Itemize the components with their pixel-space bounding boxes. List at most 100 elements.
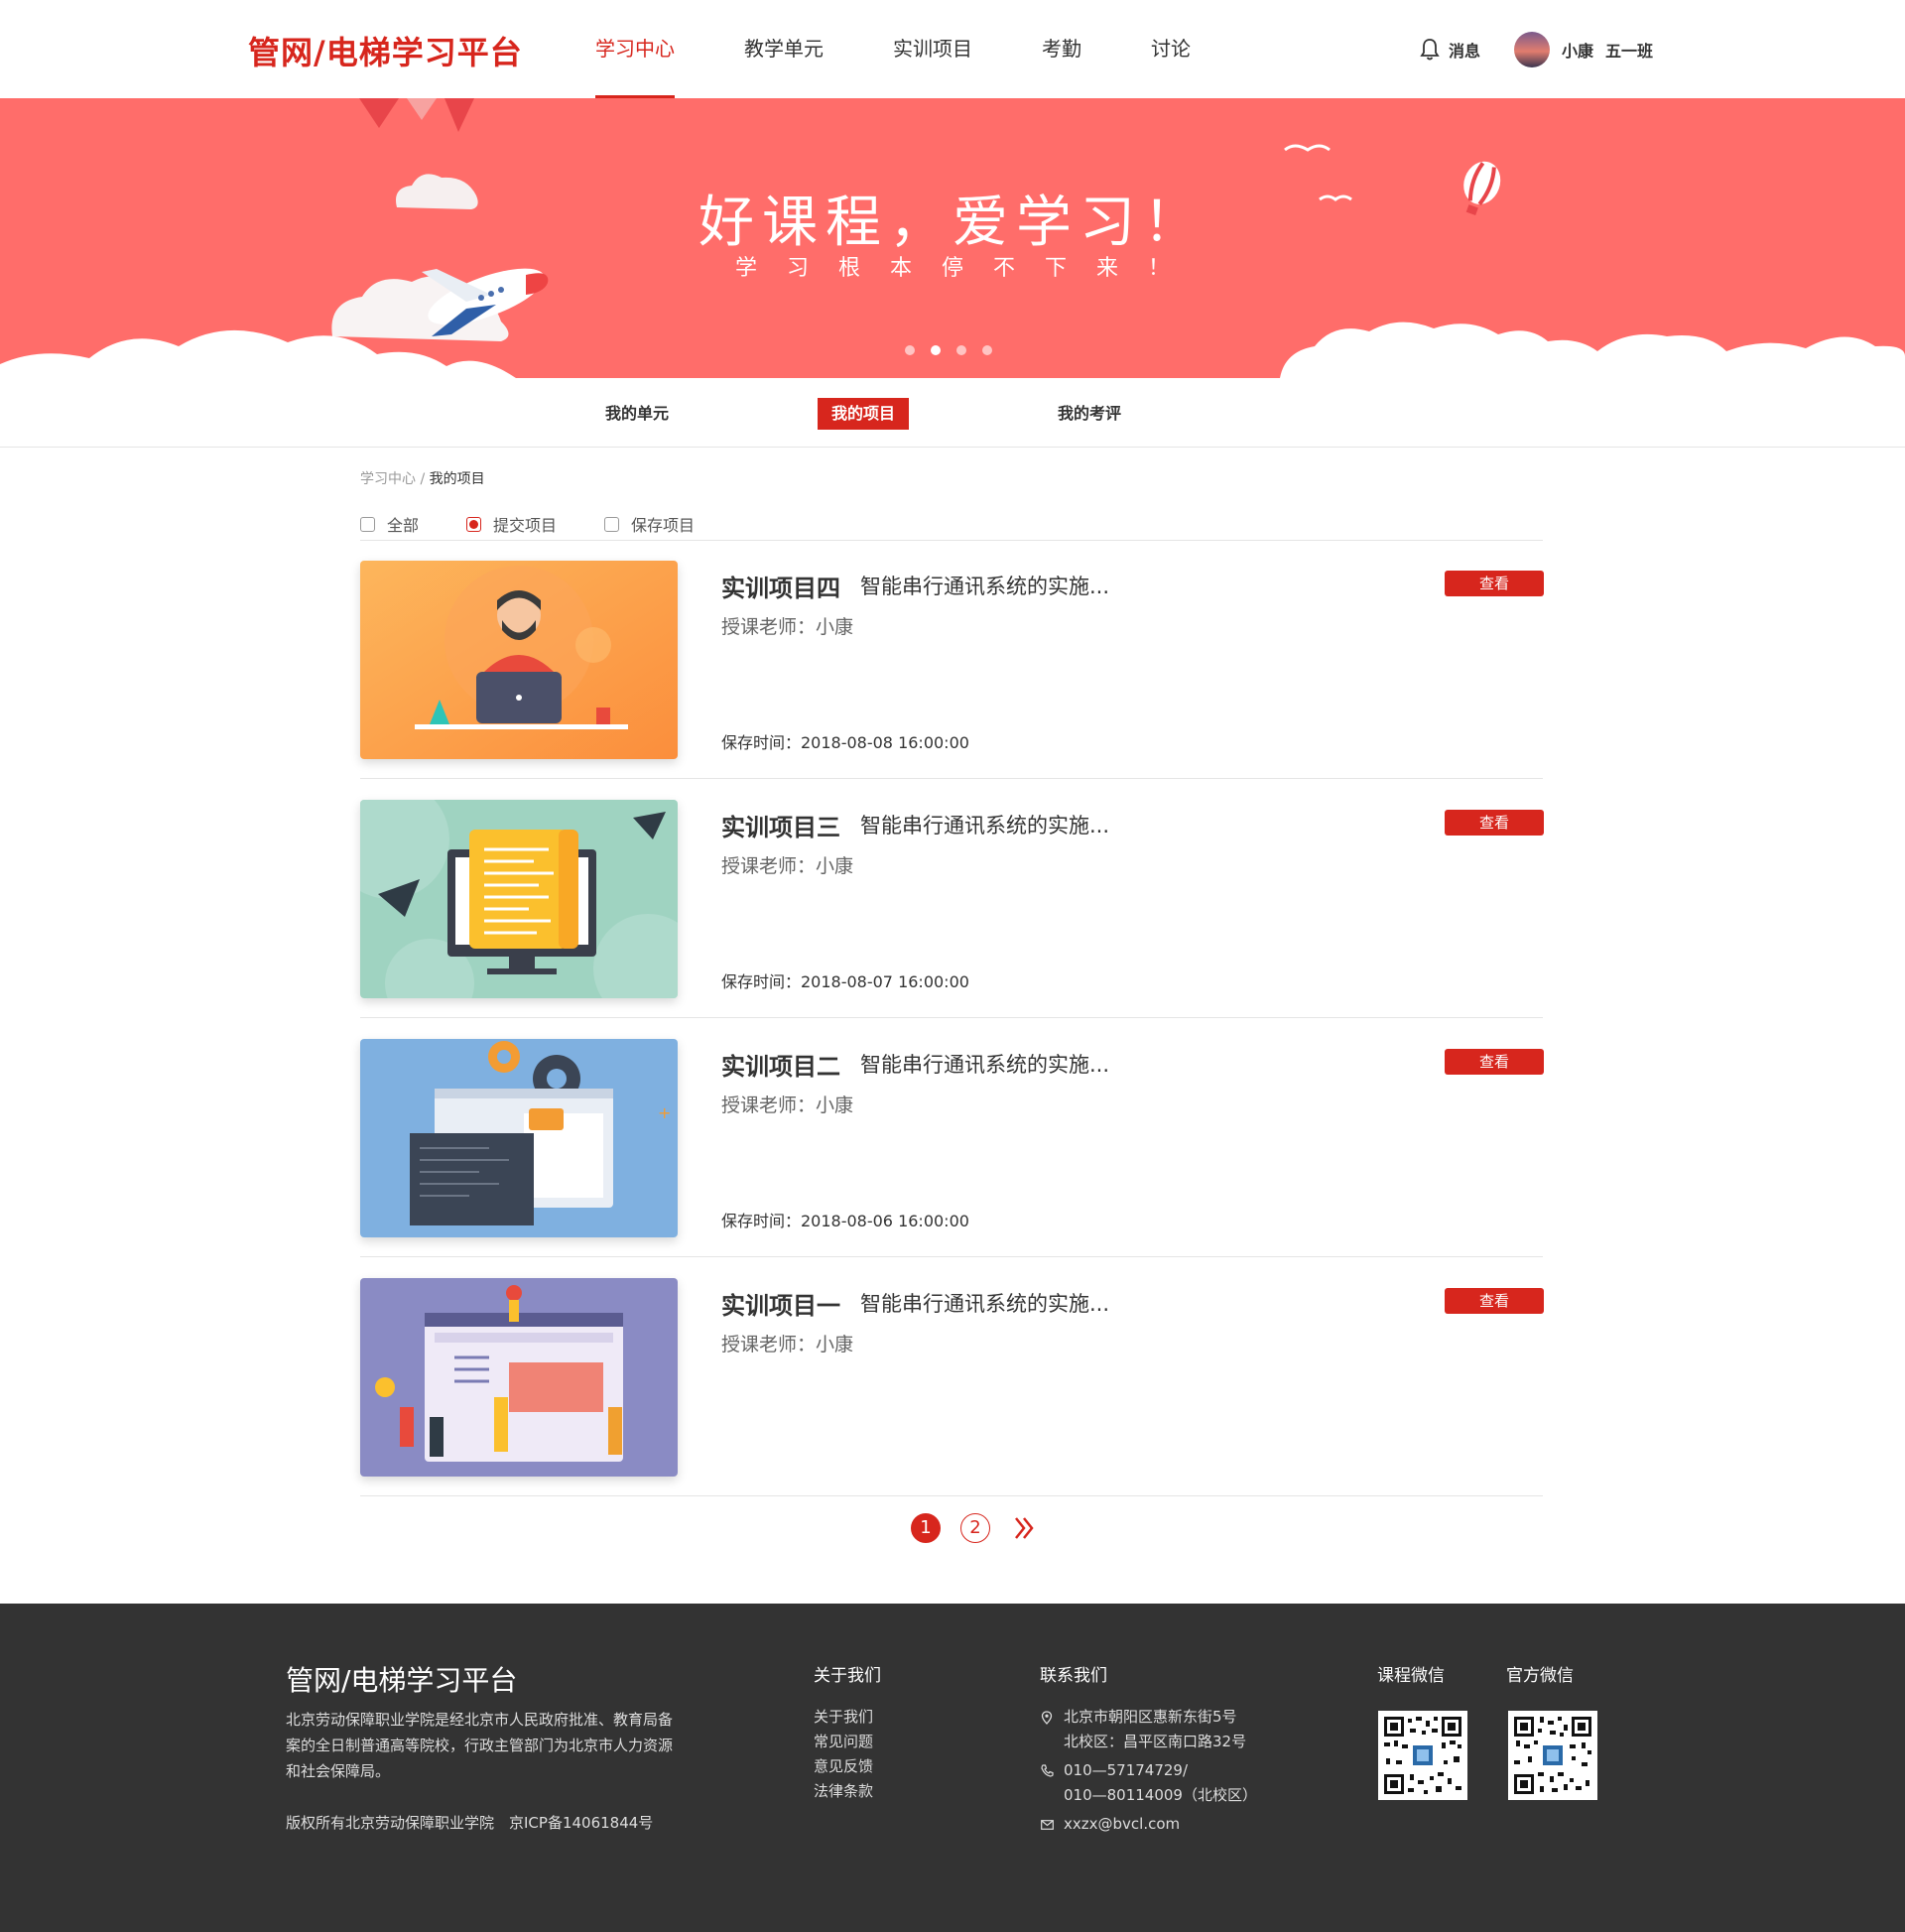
site-logo[interactable]: 管网/电梯学习平台 bbox=[248, 28, 523, 73]
page-2[interactable]: 2 bbox=[960, 1513, 990, 1543]
project-description: 智能串行通讯系统的实施... bbox=[860, 1292, 1110, 1316]
view-button[interactable]: 查看 bbox=[1445, 810, 1544, 836]
browser-settings-illustration: + bbox=[360, 1039, 678, 1237]
phone-line-1: 010—57174729/ bbox=[1064, 1761, 1189, 1779]
page-1[interactable]: 1 bbox=[911, 1513, 941, 1543]
nav-teaching-units[interactable]: 教学单元 bbox=[744, 0, 824, 98]
phone-line-2: 010—80114009（北校区） bbox=[1064, 1786, 1257, 1804]
avatar[interactable] bbox=[1514, 32, 1551, 67]
footer-phone: 010—57174729/ 010—80114009（北校区） bbox=[1040, 1758, 1257, 1808]
project-item: 实训项目一 智能串行通讯系统的实施... 授课老师：小康 查看 bbox=[360, 1258, 1544, 1496]
tab-my-projects[interactable]: 我的项目 bbox=[818, 398, 910, 430]
filter-submitted[interactable]: 提交项目 bbox=[466, 512, 557, 536]
carousel-dot[interactable] bbox=[982, 345, 992, 355]
double-chevron-right-icon[interactable] bbox=[1010, 1513, 1038, 1543]
carousel-dot[interactable] bbox=[905, 345, 915, 355]
project-save-time: 保存时间：2018-08-06 16:00:00 bbox=[721, 1212, 969, 1230]
view-button[interactable]: 查看 bbox=[1445, 1049, 1544, 1075]
bunting-flag bbox=[407, 98, 437, 120]
view-button[interactable]: 查看 bbox=[1445, 571, 1544, 596]
tab-my-units[interactable]: 我的单元 bbox=[591, 398, 683, 430]
project-title[interactable]: 实训项目一 bbox=[721, 1286, 840, 1321]
bunting-flag bbox=[444, 98, 474, 132]
checkbox-checked[interactable] bbox=[466, 516, 482, 532]
footer-about-title: 关于我们 bbox=[814, 1666, 881, 1686]
qr-code-icon bbox=[1512, 1715, 1593, 1796]
breadcrumb-current: 我的项目 bbox=[429, 471, 485, 487]
checkbox[interactable] bbox=[360, 516, 375, 532]
project-save-time: 保存时间：2018-08-08 16:00:00 bbox=[721, 733, 969, 752]
project-thumbnail[interactable] bbox=[360, 1278, 678, 1477]
footer-link-legal[interactable]: 法律条款 bbox=[814, 1779, 873, 1804]
site-footer: 管网/电梯学习平台 北京劳动保障职业学院是经北京市人民政府批准、教育局备案的全日… bbox=[0, 1604, 1905, 1932]
carousel-dots bbox=[905, 345, 1008, 355]
main-nav: 学习中心 教学单元 实训项目 考勤 讨论 bbox=[595, 0, 1260, 98]
project-item: + 实训项目二 智能串行通讯系统的实施... 授课老师：小康 保存时间：2018… bbox=[360, 1019, 1544, 1257]
footer-link-faq[interactable]: 常见问题 bbox=[814, 1730, 873, 1754]
footer-contact-title: 联系我们 bbox=[1040, 1666, 1107, 1686]
project-teacher: 授课老师：小康 bbox=[721, 855, 854, 877]
messages-link[interactable]: 消息 bbox=[1449, 38, 1480, 62]
document-monitor-illustration bbox=[360, 800, 678, 998]
breadcrumb-parent[interactable]: 学习中心 bbox=[360, 471, 416, 487]
nav-attendance[interactable]: 考勤 bbox=[1042, 0, 1081, 98]
top-header: 管网/电梯学习平台 学习中心 教学单元 实训项目 考勤 讨论 消息 小康 五一班 bbox=[0, 0, 1905, 98]
nav-discussion[interactable]: 讨论 bbox=[1151, 0, 1191, 98]
project-description: 智能串行通讯系统的实施... bbox=[860, 1053, 1110, 1077]
project-title[interactable]: 实训项目四 bbox=[721, 569, 840, 603]
pagination: 1 2 bbox=[911, 1512, 1038, 1544]
footer-about-links: 关于我们 常见问题 意见反馈 法律条款 bbox=[814, 1705, 873, 1804]
bell-icon[interactable] bbox=[1419, 38, 1441, 62]
user-class: 五一班 bbox=[1605, 42, 1654, 61]
filter-all[interactable]: 全部 bbox=[360, 512, 419, 536]
tab-my-evaluations[interactable]: 我的考评 bbox=[1044, 398, 1135, 430]
filter-label: 全部 bbox=[387, 516, 420, 535]
project-filters: 全部 提交项目 保存项目 bbox=[360, 512, 695, 536]
filter-label: 保存项目 bbox=[631, 516, 696, 535]
footer-contact: 北京市朝阳区惠新东街5号 北校区：昌平区南口路32号 010—57174729/… bbox=[1040, 1705, 1257, 1837]
project-description: 智能串行通讯系统的实施... bbox=[860, 575, 1110, 598]
carousel-dot[interactable] bbox=[956, 345, 966, 355]
footer-brand: 管网/电梯学习平台 bbox=[286, 1664, 518, 1697]
footer-link-about[interactable]: 关于我们 bbox=[814, 1705, 873, 1730]
phone-icon bbox=[1040, 1758, 1054, 1783]
project-thumbnail[interactable]: + bbox=[360, 1039, 678, 1237]
bird-icon bbox=[1284, 144, 1331, 152]
developer-illustration bbox=[360, 561, 678, 759]
footer-link-feedback[interactable]: 意见反馈 bbox=[814, 1754, 873, 1779]
project-item: 实训项目四 智能串行通讯系统的实施... 授课老师：小康 保存时间：2018-0… bbox=[360, 541, 1544, 779]
user-area: 消息 小康 五一班 bbox=[1419, 30, 1653, 69]
nav-training-projects[interactable]: 实训项目 bbox=[893, 0, 972, 98]
checkbox[interactable] bbox=[604, 516, 620, 532]
qr-code-official bbox=[1508, 1711, 1597, 1800]
nav-learning-center[interactable]: 学习中心 bbox=[595, 0, 675, 98]
email-address[interactable]: xxzx@bvcl.com bbox=[1064, 1812, 1180, 1837]
project-title[interactable]: 实训项目三 bbox=[721, 808, 840, 842]
project-thumbnail[interactable] bbox=[360, 561, 678, 759]
footer-copyright: 版权所有北京劳动保障职业学院 京ICP备14061844号 bbox=[286, 1814, 654, 1832]
breadcrumb: 学习中心 / 我的项目 bbox=[360, 468, 485, 488]
breadcrumb-separator: / bbox=[416, 471, 430, 487]
cloud-bottom-right bbox=[1280, 322, 1905, 378]
qr-code-course bbox=[1378, 1711, 1467, 1800]
svg-text:+: + bbox=[658, 1103, 671, 1122]
footer-intro: 北京劳动保障职业学院是经北京市人民政府批准、教育局备案的全日制普通高等院校，行政… bbox=[286, 1711, 674, 1780]
filter-label: 提交项目 bbox=[493, 516, 558, 535]
banner-subtitle: 学习根本停不下来！ bbox=[734, 256, 1200, 281]
project-title[interactable]: 实训项目二 bbox=[721, 1047, 840, 1082]
filter-saved[interactable]: 保存项目 bbox=[604, 512, 695, 536]
project-thumbnail[interactable] bbox=[360, 800, 678, 998]
team-collaboration-illustration bbox=[360, 1278, 678, 1477]
qr-code-icon bbox=[1382, 1715, 1463, 1796]
qr-course-title: 课程微信 bbox=[1377, 1666, 1445, 1686]
project-save-time: 保存时间：2018-08-07 16:00:00 bbox=[721, 972, 969, 991]
footer-email: xxzx@bvcl.com bbox=[1040, 1812, 1257, 1837]
project-teacher: 授课老师：小康 bbox=[721, 1095, 854, 1116]
bunting-flag bbox=[359, 98, 399, 128]
view-button[interactable]: 查看 bbox=[1445, 1288, 1544, 1314]
project-teacher: 授课老师：小康 bbox=[721, 616, 854, 638]
banner-title: 好课程，爱学习！ bbox=[698, 191, 1206, 255]
hero-banner[interactable]: 好课程，爱学习！ 学习根本停不下来！ bbox=[0, 98, 1905, 378]
carousel-dot-active[interactable] bbox=[931, 345, 941, 355]
user-name[interactable]: 小康 bbox=[1562, 38, 1593, 62]
